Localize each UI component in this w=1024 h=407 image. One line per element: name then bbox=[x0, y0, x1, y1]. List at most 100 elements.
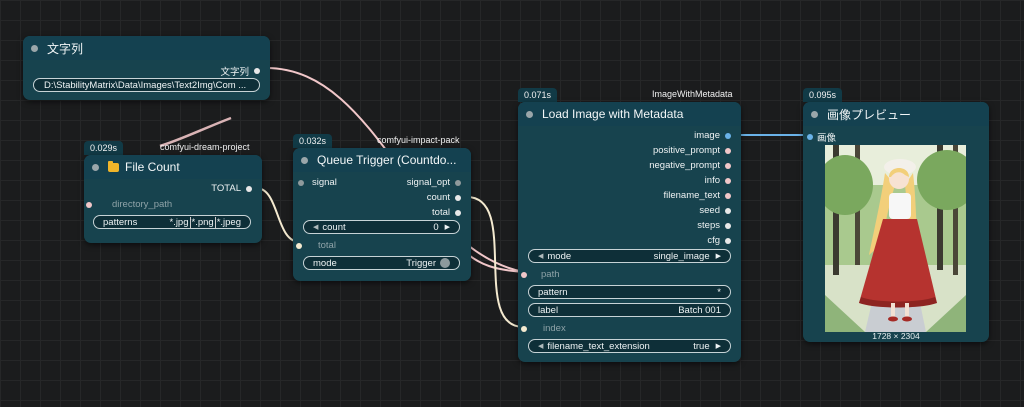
queue-trigger-node[interactable]: Queue Trigger (Countdo... signal signal_… bbox=[293, 148, 471, 281]
input-socket-icon[interactable] bbox=[86, 201, 92, 208]
mode-label: mode bbox=[313, 257, 337, 269]
load-image-node[interactable]: Load Image with Metadata image positive_… bbox=[518, 102, 741, 362]
pattern-jpeg: *.jpeg bbox=[216, 216, 241, 228]
toggle-knob-icon[interactable] bbox=[440, 258, 450, 268]
output-info[interactable]: info bbox=[705, 175, 731, 186]
signal-opt-label: signal_opt bbox=[406, 177, 450, 188]
file-count-output-total[interactable]: TOTAL bbox=[211, 183, 252, 194]
string-output[interactable]: 文字列 bbox=[220, 64, 260, 78]
output-socket-icon[interactable] bbox=[254, 68, 260, 74]
filename-extension-toggle[interactable]: ◀ filename_text_extension true ▶ bbox=[528, 339, 731, 353]
pattern-jpg: *.jpg bbox=[169, 216, 189, 228]
pattern-value: * bbox=[717, 286, 721, 298]
patterns-value: *.jpg *.png *.jpeg bbox=[169, 216, 241, 228]
output-socket-icon[interactable] bbox=[455, 194, 461, 201]
queue-output-count[interactable]: count bbox=[427, 192, 461, 203]
label-field[interactable]: label Batch 001 bbox=[528, 303, 731, 317]
prev-arrow-icon[interactable]: ◀ bbox=[538, 342, 543, 350]
preview-node[interactable]: 画像プレビュー 画像 1728 × 2304 bbox=[803, 102, 989, 342]
collapse-dot-icon[interactable] bbox=[31, 44, 38, 52]
count-stepper[interactable]: ◀ count 0 ▶ bbox=[303, 220, 460, 234]
output-socket-icon[interactable] bbox=[725, 147, 731, 154]
queue-input-signal[interactable]: signal bbox=[298, 177, 337, 188]
steps-label: steps bbox=[697, 220, 720, 231]
string-value-field[interactable]: D:\StabilityMatrix\Data\Images\Text2Img\… bbox=[33, 78, 260, 92]
filename-text-label: filename_text bbox=[663, 190, 720, 201]
label-value: Batch 001 bbox=[678, 304, 721, 316]
next-arrow-icon[interactable]: ▶ bbox=[716, 252, 721, 260]
collapse-dot-icon[interactable] bbox=[301, 156, 308, 164]
file-count-input-directory[interactable]: directory_path bbox=[86, 199, 172, 210]
input-socket-icon[interactable] bbox=[807, 134, 813, 140]
next-arrow-icon[interactable]: ▶ bbox=[716, 342, 721, 350]
preview-image[interactable] bbox=[825, 145, 966, 332]
load-image-time-badge: 0.071s bbox=[518, 88, 558, 102]
patterns-field[interactable]: patterns *.jpg *.png *.jpeg bbox=[93, 215, 251, 229]
string-node-header[interactable]: 文字列 bbox=[23, 36, 270, 60]
prev-arrow-icon[interactable]: ◀ bbox=[538, 252, 543, 260]
queue-trigger-header[interactable]: Queue Trigger (Countdo... bbox=[293, 148, 471, 172]
collapse-dot-icon[interactable] bbox=[526, 110, 533, 118]
decrement-arrow-icon[interactable]: ◀ bbox=[313, 223, 318, 231]
total-output-label: total bbox=[432, 207, 450, 218]
total-input-label: total bbox=[318, 240, 336, 251]
wire-queue-extra bbox=[464, 251, 525, 273]
mode-select[interactable]: ◀ mode single_image ▶ bbox=[528, 249, 731, 263]
output-filename-text[interactable]: filename_text bbox=[663, 190, 731, 201]
path-label: path bbox=[541, 269, 560, 280]
output-seed[interactable]: seed bbox=[699, 205, 731, 216]
input-path[interactable]: path bbox=[521, 269, 560, 280]
input-socket-icon[interactable] bbox=[521, 271, 527, 278]
queue-output-total[interactable]: total bbox=[432, 207, 461, 218]
output-socket-icon[interactable] bbox=[725, 132, 731, 139]
input-socket-icon[interactable] bbox=[296, 242, 302, 249]
count-value: 0 bbox=[433, 221, 439, 233]
count-label: count bbox=[322, 221, 346, 233]
output-socket-icon[interactable] bbox=[725, 162, 731, 169]
output-socket-icon[interactable] bbox=[246, 185, 252, 192]
string-output-label: 文字列 bbox=[220, 67, 249, 78]
load-image-header[interactable]: Load Image with Metadata bbox=[518, 102, 741, 126]
input-socket-icon[interactable] bbox=[521, 325, 527, 332]
ext-label: filename_text_extension bbox=[547, 340, 650, 352]
collapse-dot-icon[interactable] bbox=[92, 163, 99, 171]
output-socket-icon[interactable] bbox=[725, 192, 731, 199]
output-socket-icon[interactable] bbox=[455, 209, 461, 216]
output-socket-icon[interactable] bbox=[725, 207, 731, 214]
input-index[interactable]: index bbox=[521, 323, 566, 334]
output-steps[interactable]: steps bbox=[697, 220, 731, 231]
output-negative-prompt[interactable]: negative_prompt bbox=[649, 160, 731, 171]
increment-arrow-icon[interactable]: ▶ bbox=[445, 223, 450, 231]
queue-trigger-title: Queue Trigger (Countdo... bbox=[317, 153, 457, 167]
output-socket-icon[interactable] bbox=[725, 177, 731, 184]
output-socket-icon[interactable] bbox=[725, 222, 731, 229]
queue-output-signal-opt[interactable]: signal_opt bbox=[407, 177, 461, 188]
preview-header[interactable]: 画像プレビュー bbox=[803, 102, 989, 126]
input-socket-icon[interactable] bbox=[298, 179, 304, 186]
string-node[interactable]: 文字列 文字列 D:\StabilityMatrix\Data\Images\T… bbox=[23, 36, 270, 100]
mode-toggle[interactable]: mode Trigger bbox=[303, 256, 460, 270]
output-image[interactable]: image bbox=[694, 130, 731, 141]
preview-input-image[interactable]: 画像 bbox=[807, 130, 836, 144]
collapse-dot-icon[interactable] bbox=[811, 110, 818, 118]
seed-label: seed bbox=[699, 205, 720, 216]
file-count-node[interactable]: File Count TOTAL directory_path patterns… bbox=[84, 155, 262, 243]
string-node-title: 文字列 bbox=[47, 41, 84, 56]
mode-label: mode bbox=[547, 250, 572, 262]
preview-resolution: 1728 × 2304 bbox=[872, 331, 920, 341]
file-count-output-label: TOTAL bbox=[211, 183, 241, 194]
output-socket-icon[interactable] bbox=[725, 237, 731, 244]
mode-value: Trigger bbox=[406, 257, 436, 269]
count-output-label: count bbox=[426, 192, 450, 203]
signal-input-label: signal bbox=[312, 177, 337, 188]
output-socket-icon[interactable] bbox=[455, 179, 461, 186]
output-cfg[interactable]: cfg bbox=[707, 235, 731, 246]
file-count-time-badge: 0.029s bbox=[84, 141, 124, 155]
output-positive-prompt[interactable]: positive_prompt bbox=[653, 145, 731, 156]
ext-value: true bbox=[693, 340, 710, 352]
queue-input-total[interactable]: total bbox=[296, 240, 336, 251]
pattern-field[interactable]: pattern * bbox=[528, 285, 731, 299]
string-value-text: D:\StabilityMatrix\Data\Images\Text2Img\… bbox=[44, 79, 247, 91]
index-label: index bbox=[543, 323, 566, 334]
file-count-header[interactable]: File Count bbox=[84, 155, 262, 179]
